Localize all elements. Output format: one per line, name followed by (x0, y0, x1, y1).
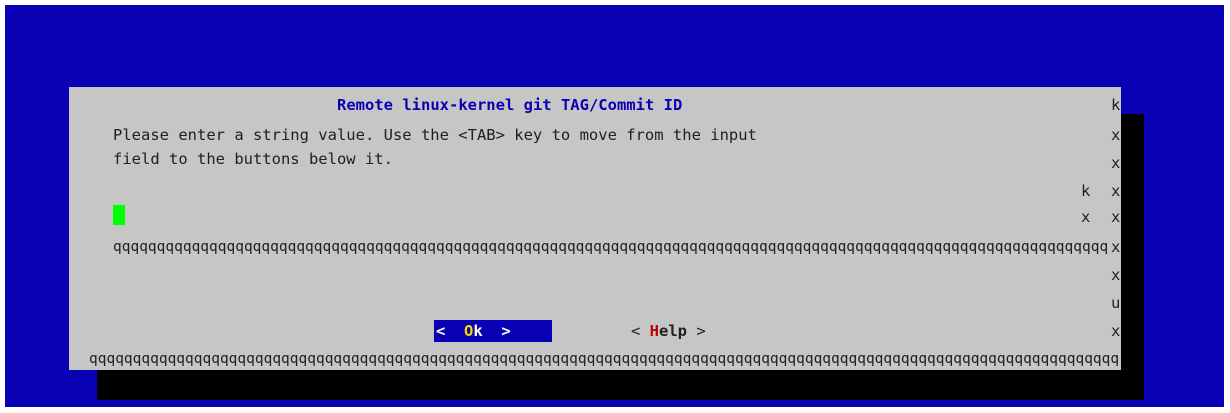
dialog-right-border: x (1111, 322, 1121, 340)
dialog-right-border: k (1111, 96, 1121, 114)
prompt-text-line-2: field to the buttons below it. (113, 150, 393, 168)
ok-button-hotkey: O (464, 322, 474, 340)
dialog-bottom-border: qqqqqqqqqqqqqqqqqqqqqqqqqqqqqqqqqqqqqqqq… (89, 351, 1119, 367)
input-box-bottom-border: qqqqqqqqqqqqqqqqqqqqqqqqqqqqqqqqqqqqqqqq… (113, 239, 1108, 255)
help-button-left-bracket: < (631, 322, 650, 340)
ok-button-left-bracket: < (436, 322, 446, 340)
dialog-right-border: u (1111, 294, 1121, 312)
dialog-right-border: x (1111, 238, 1121, 256)
dialog-right-border: x (1111, 154, 1121, 172)
ok-button-right-bracket: > (501, 322, 511, 340)
help-button[interactable]: < Help > (631, 320, 706, 342)
text-input-field[interactable] (113, 205, 125, 225)
ok-button-label: k (473, 322, 483, 340)
prompt-text-line-1: Please enter a string value. Use the <TA… (113, 126, 757, 144)
ok-button[interactable]: < Ok > (434, 320, 552, 342)
dialog-right-border: x (1111, 182, 1121, 200)
input-box-corner: k (1081, 182, 1091, 200)
dialog-title: Remote linux-kernel git TAG/Commit ID (337, 96, 683, 114)
dialog-right-border: x (1111, 126, 1121, 144)
help-button-hotkey: H (649, 322, 660, 340)
input-box-side: x (1081, 208, 1091, 226)
help-button-label: elp (659, 322, 688, 340)
input-dialog: Remote linux-kernel git TAG/Commit ID Pl… (69, 87, 1121, 370)
terminal-screen: Remote linux-kernel git TAG/Commit ID Pl… (5, 5, 1224, 407)
dialog-right-border: x (1111, 266, 1121, 284)
help-button-right-bracket: > (687, 322, 706, 340)
dialog-right-border: x (1111, 208, 1121, 226)
